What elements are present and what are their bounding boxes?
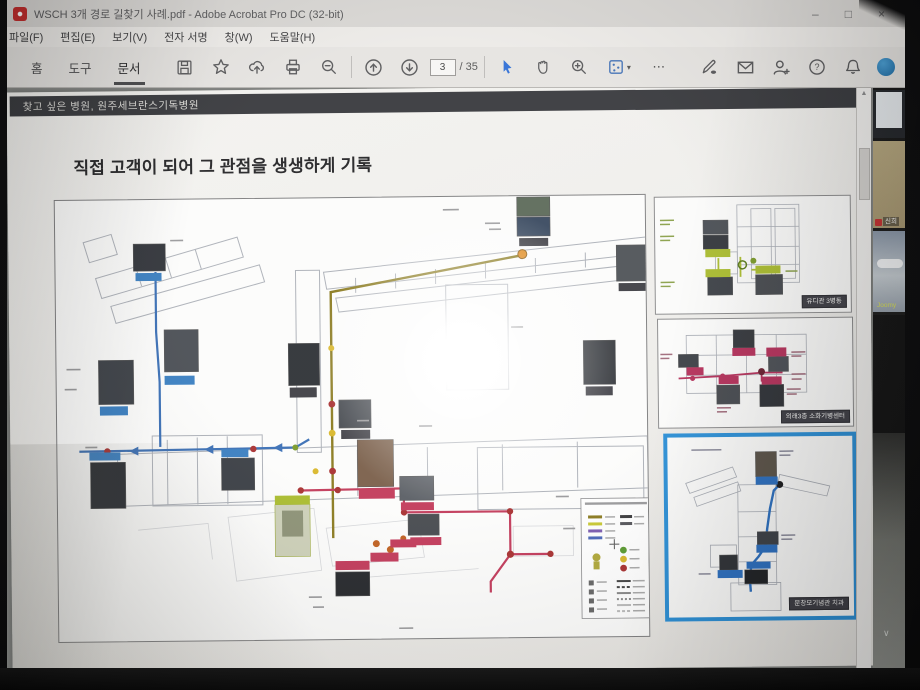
page-total: / 35 bbox=[460, 61, 478, 73]
page-header-title: 찾고 싶은 병원, 원주세브란스기독병원 bbox=[23, 97, 199, 114]
chevron-down-icon[interactable]: ∨ bbox=[883, 628, 890, 639]
help-glyph: ? bbox=[814, 62, 819, 72]
small-map-ward: 유디관 3병동 bbox=[654, 195, 852, 315]
page-display-icon[interactable]: ▾ bbox=[597, 54, 641, 80]
acrobat-app-icon bbox=[13, 7, 27, 21]
save-icon[interactable] bbox=[167, 54, 203, 80]
participant-tile-screenshare[interactable] bbox=[873, 90, 905, 138]
window-title: WSCH 3개 경로 길찾기 사례.pdf - Adobe Acrobat Pr… bbox=[34, 6, 344, 22]
small-map-dental-graphic bbox=[667, 436, 852, 616]
next-page-icon[interactable] bbox=[392, 54, 428, 80]
tab-document[interactable]: 문서 bbox=[116, 54, 143, 81]
pdf-viewport[interactable]: 찾고 싶은 병원, 원주세브란스기독병원 직접 고객이 되어 그 관점을 생생하… bbox=[7, 88, 905, 668]
meeting-participants-strip: 신희 Joomy ∨ bbox=[873, 88, 905, 668]
hand-tool-icon[interactable] bbox=[525, 54, 561, 80]
participant-tile-1[interactable]: 신희 bbox=[873, 141, 905, 228]
main-floorplan-graphic bbox=[55, 195, 650, 642]
menu-help[interactable]: 도움말(H) bbox=[270, 29, 316, 45]
share-cloud-icon[interactable] bbox=[239, 54, 275, 80]
participant-tile-3[interactable] bbox=[873, 315, 905, 433]
select-tool-icon[interactable] bbox=[489, 54, 525, 80]
scrollbar-up-icon[interactable]: ▲ bbox=[857, 90, 871, 97]
zoom-out-icon[interactable] bbox=[311, 54, 347, 80]
tab-tools[interactable]: 도구 bbox=[67, 54, 94, 81]
help-icon[interactable]: ? bbox=[799, 54, 835, 80]
star-icon[interactable] bbox=[203, 54, 239, 80]
page-number-input[interactable] bbox=[430, 59, 456, 76]
small-map-dental: 문창모기념관 치과 bbox=[663, 432, 858, 622]
monitor-bezel-bottom bbox=[0, 668, 920, 690]
tab-home[interactable]: 홈 bbox=[29, 54, 45, 81]
shared-screen-thumb bbox=[876, 92, 902, 128]
legend bbox=[581, 498, 649, 619]
pdf-page: 찾고 싶은 병원, 원주세브란스기독병원 직접 고객이 되어 그 관점을 생생하… bbox=[7, 88, 875, 668]
menu-file[interactable]: 파일(F) bbox=[9, 29, 43, 45]
fill-sign-icon[interactable] bbox=[691, 54, 727, 80]
title-bar: WSCH 3개 경로 길찾기 사례.pdf - Adobe Acrobat Pr… bbox=[7, 0, 905, 27]
menu-edit[interactable]: 편집(E) bbox=[60, 29, 95, 45]
vertical-scrollbar[interactable]: ▲ bbox=[856, 88, 871, 668]
participant-name: Joomy bbox=[875, 301, 898, 310]
mic-muted-icon bbox=[875, 219, 882, 226]
main-floorplan-map bbox=[54, 194, 651, 643]
print-icon[interactable] bbox=[275, 54, 311, 80]
account-avatar[interactable] bbox=[877, 58, 895, 76]
add-user-icon[interactable] bbox=[763, 54, 799, 80]
menu-esign[interactable]: 전자 서명 bbox=[164, 29, 208, 45]
maximize-button[interactable]: □ bbox=[845, 7, 852, 21]
scrollbar-thumb[interactable] bbox=[859, 148, 870, 200]
small-map-ward-label: 유디관 3병동 bbox=[801, 295, 846, 308]
menu-view[interactable]: 보기(V) bbox=[112, 29, 147, 45]
minimize-button[interactable]: – bbox=[812, 7, 819, 21]
more-tools-icon[interactable]: ⋯ bbox=[641, 54, 677, 80]
small-map-digestive-label: 외래3층 소화기병센터 bbox=[781, 410, 850, 424]
monitor-photo: WSCH 3개 경로 길찾기 사례.pdf - Adobe Acrobat Pr… bbox=[0, 0, 920, 690]
caret-down-icon: ▾ bbox=[627, 63, 631, 72]
close-button[interactable]: × bbox=[878, 7, 885, 21]
page-header-band: 찾고 싶은 병원, 원주세브란스기독병원 bbox=[10, 88, 859, 116]
menu-window[interactable]: 창(W) bbox=[225, 29, 253, 45]
participant-tile-2[interactable]: Joomy bbox=[873, 231, 905, 312]
menu-bar: 파일(F) 편집(E) 보기(V) 전자 서명 창(W) 도움말(H) bbox=[7, 27, 905, 47]
participant-name: 신희 bbox=[883, 217, 899, 226]
toolbar: 홈 도구 문서 bbox=[7, 47, 905, 88]
page-heading: 직접 고객이 되어 그 관점을 생생하게 기록 bbox=[73, 151, 372, 179]
cloud-decoration bbox=[877, 259, 903, 268]
notifications-bell-icon[interactable] bbox=[835, 54, 871, 80]
small-map-digestive-center: 외래3층 소화기병센터 bbox=[657, 317, 854, 429]
zoom-in-icon[interactable] bbox=[561, 54, 597, 80]
email-icon[interactable] bbox=[727, 54, 763, 80]
screen: WSCH 3개 경로 길찾기 사례.pdf - Adobe Acrobat Pr… bbox=[7, 0, 905, 668]
small-map-dental-label: 문창모기념관 치과 bbox=[789, 597, 849, 611]
previous-page-icon[interactable] bbox=[356, 54, 392, 80]
